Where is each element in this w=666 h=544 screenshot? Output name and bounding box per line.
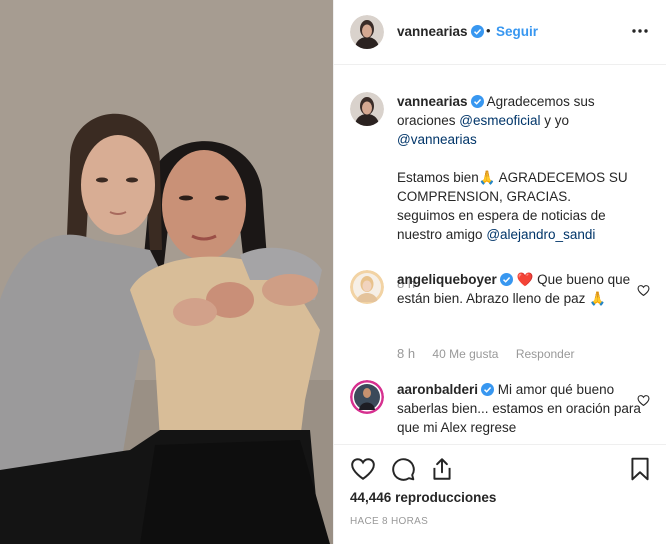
views-label[interactable]: reproducciones <box>395 490 496 505</box>
post-video[interactable] <box>0 0 333 544</box>
heart-icon[interactable] <box>350 456 376 482</box>
share-icon[interactable] <box>429 456 455 482</box>
verified-badge-icon <box>481 383 495 396</box>
post-header: vannearias • Seguir <box>334 0 666 65</box>
comment-username[interactable]: angeliqueboyer <box>397 272 497 287</box>
post-viewer: vannearias • Seguir vannearias Agradecem… <box>0 0 666 544</box>
mention-link[interactable]: @esmeoficial <box>459 113 540 128</box>
comment-item: angeliqueboyer ❤️ Que bueno que están bi… <box>350 270 650 370</box>
comment-text: angeliqueboyer ❤️ Que bueno que están bi… <box>397 270 647 308</box>
caption-part: y yo <box>540 113 570 128</box>
caption-text: vannearias Agradecemos sus oraciones @es… <box>397 92 647 244</box>
views-count[interactable]: 44,446 reproducciones <box>350 490 496 505</box>
heart-icon[interactable] <box>637 394 650 407</box>
mention-link[interactable]: @vannearias <box>397 132 477 147</box>
verified-badge-icon <box>499 273 513 286</box>
comment-meta: 8 h 40 Me gusta Responder <box>397 346 589 361</box>
verified-badge-icon <box>470 95 484 108</box>
header-username[interactable]: vannearias <box>397 24 484 39</box>
heart-icon[interactable] <box>637 284 650 297</box>
avatar[interactable] <box>350 270 384 304</box>
reply-button[interactable]: Responder <box>516 347 575 361</box>
avatar[interactable] <box>350 15 384 49</box>
post-actions-footer: 44,446 reproducciones HACE 8 HORAS <box>334 444 666 544</box>
caption-username[interactable]: vannearias <box>397 94 468 109</box>
comments-list[interactable]: vannearias Agradecemos sus oraciones @es… <box>334 66 666 444</box>
follow-button[interactable]: Seguir <box>496 24 538 39</box>
post-side-panel: vannearias • Seguir vannearias Agradecem… <box>333 0 666 544</box>
avatar[interactable] <box>350 380 384 414</box>
post-caption: vannearias Agradecemos sus oraciones @es… <box>350 92 650 291</box>
comment-item: aaronbalderi Mi amor qué bueno saberlas … <box>350 380 650 444</box>
avatar[interactable] <box>350 92 384 126</box>
views-number[interactable]: 44,446 <box>350 490 391 505</box>
video-frame-illustration <box>0 0 333 544</box>
comment-username[interactable]: aaronbalderi <box>397 382 478 397</box>
comment-time[interactable]: 8 h <box>397 346 415 361</box>
comment-text: aaronbalderi Mi amor qué bueno saberlas … <box>397 380 647 437</box>
bookmark-icon[interactable] <box>627 456 653 482</box>
comment-icon[interactable] <box>390 456 416 482</box>
post-timestamp[interactable]: HACE 8 HORAS <box>350 516 428 527</box>
comment-likes[interactable]: 40 Me gusta <box>432 347 498 361</box>
caption-paragraph: Estamos bien🙏 AGRADECEMOS SU COMPRENSION… <box>397 170 628 204</box>
more-options-icon[interactable] <box>629 20 651 42</box>
mention-link[interactable]: @alejandro_sandi <box>486 227 595 242</box>
header-username-text[interactable]: vannearias <box>397 24 468 39</box>
verified-badge-icon <box>470 25 484 38</box>
header-separator: • <box>486 23 491 38</box>
